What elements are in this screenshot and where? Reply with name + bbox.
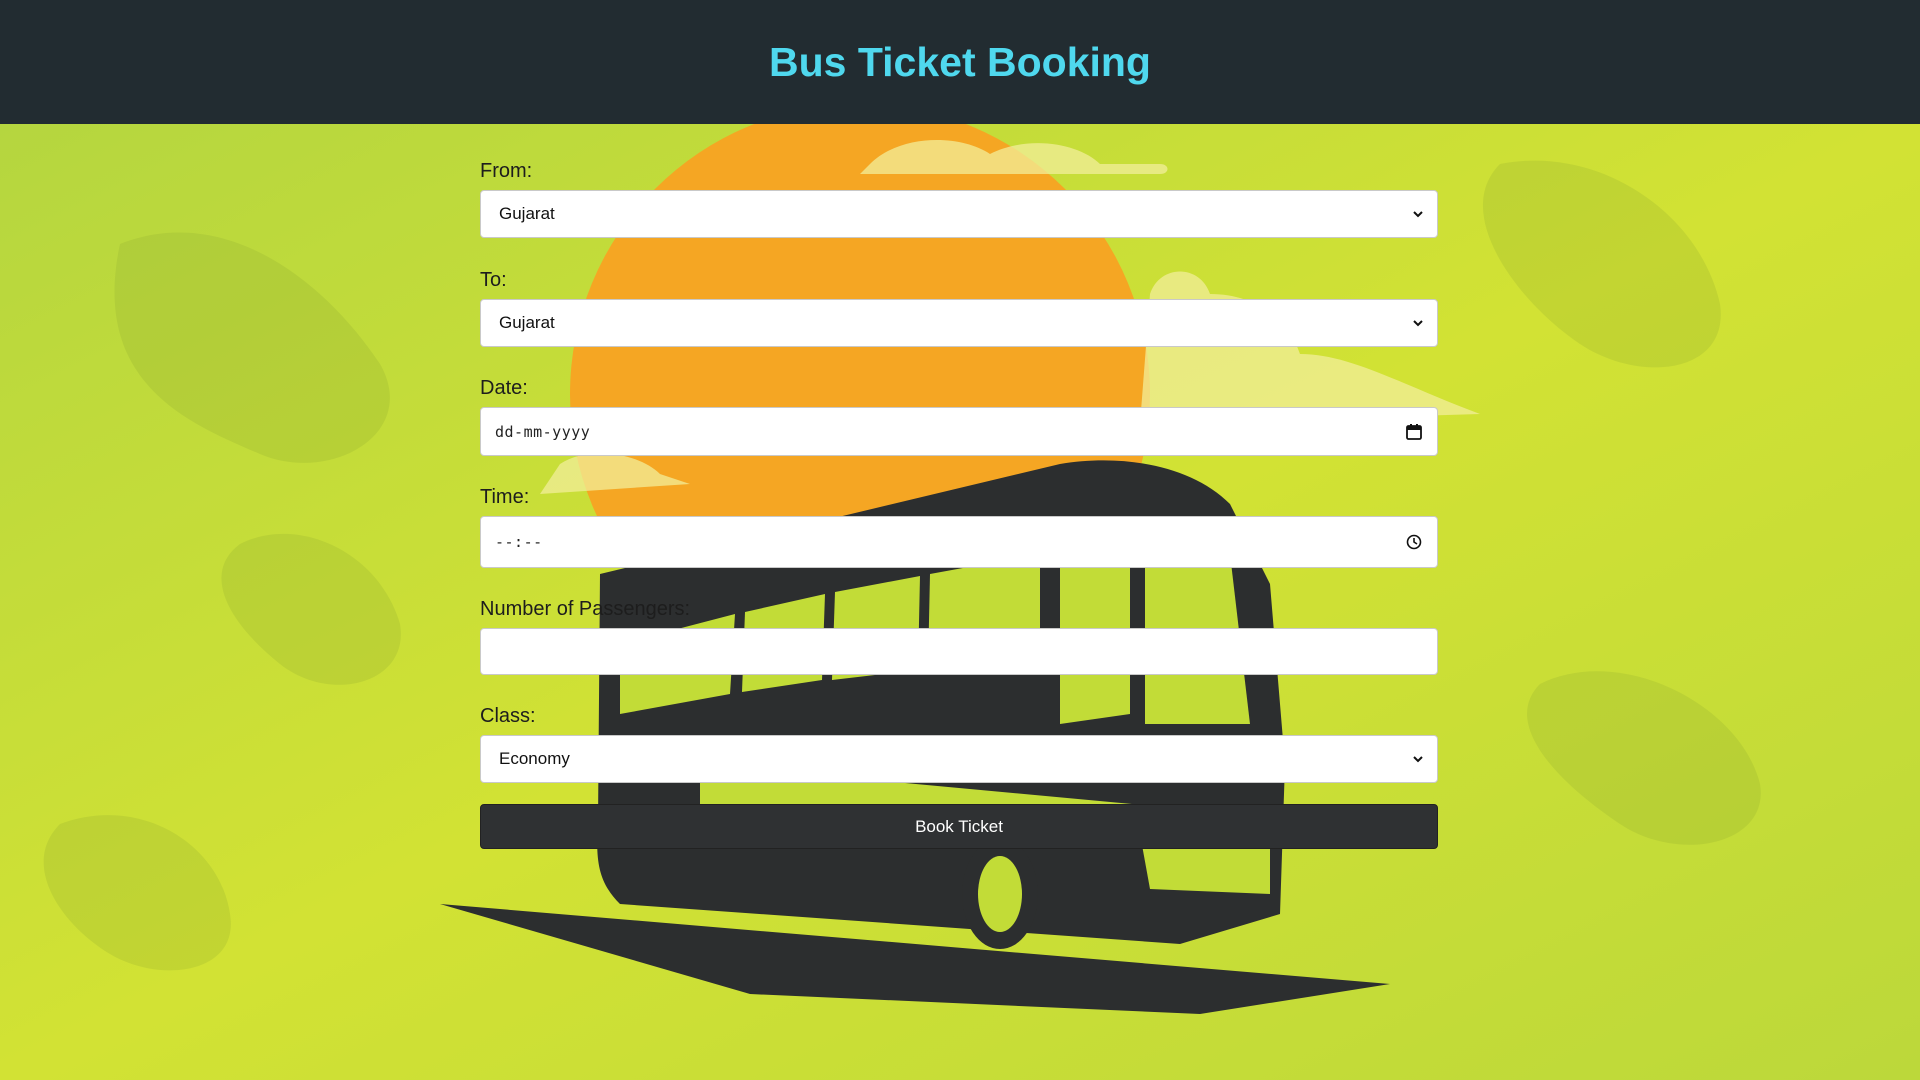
book-ticket-button[interactable]: Book Ticket [480,804,1438,849]
class-label: Class: [480,705,536,727]
clock-icon[interactable] [1405,533,1423,551]
chevron-down-icon [1413,756,1423,763]
chevron-down-icon [1413,211,1423,218]
from-label: From: [480,160,533,182]
background-illustration [0,124,1920,1080]
time-label: Time: [480,486,530,508]
page-header: Bus Ticket Booking [0,0,1920,124]
class-select[interactable]: Economy [480,735,1438,783]
class-select-value: Economy [499,749,570,768]
time-input-placeholder: --:-- [495,533,543,551]
chevron-down-icon [1413,320,1423,327]
from-select[interactable]: Gujarat [480,190,1438,238]
to-label: To: [480,269,507,291]
calendar-icon[interactable] [1405,423,1423,441]
to-select-value: Gujarat [499,313,555,332]
date-input-placeholder: dd-mm-yyyy [495,422,591,441]
passengers-input[interactable] [480,628,1438,675]
to-select[interactable]: Gujarat [480,299,1438,347]
date-label: Date: [480,377,528,399]
passengers-label: Number of Passengers: [480,598,691,620]
date-input[interactable]: dd-mm-yyyy [480,407,1438,456]
time-input[interactable]: --:-- [480,516,1438,568]
from-select-value: Gujarat [499,204,555,223]
page-title: Bus Ticket Booking [769,38,1151,85]
